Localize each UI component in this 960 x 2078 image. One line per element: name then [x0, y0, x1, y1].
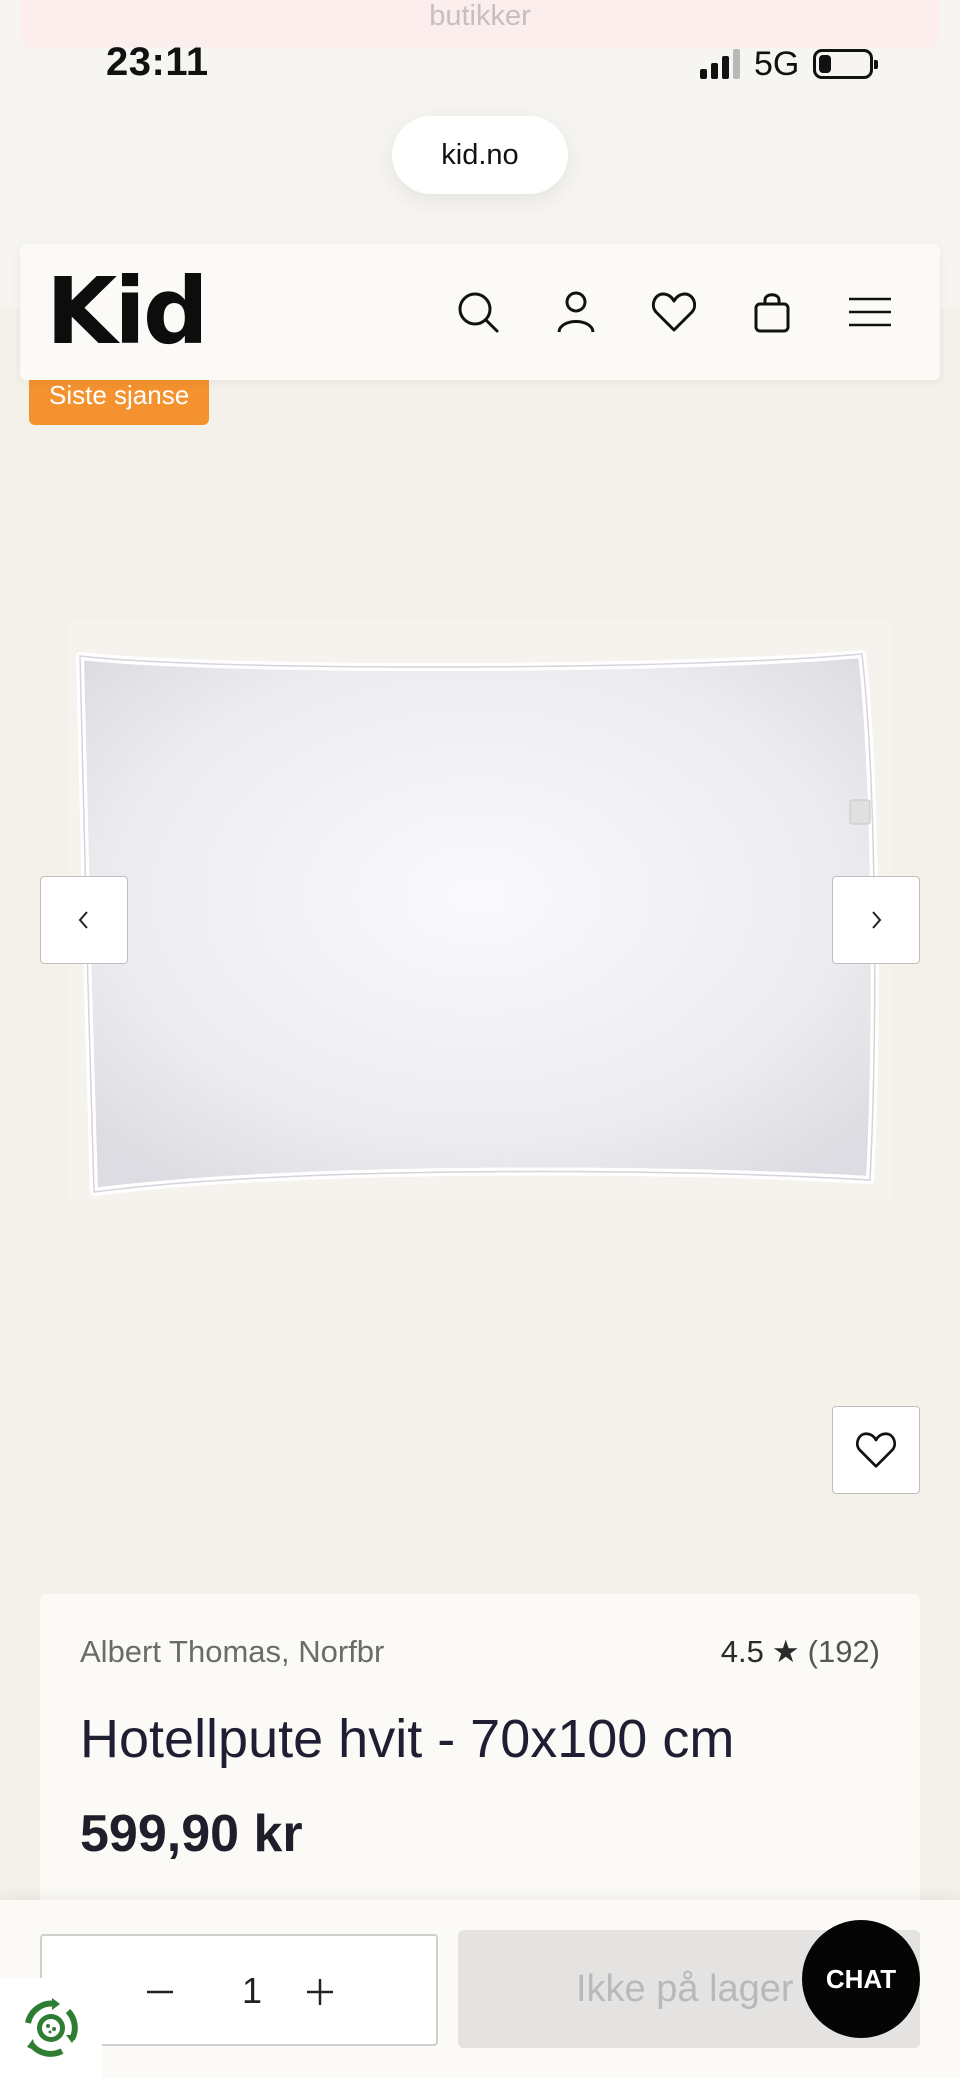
product-image [70, 620, 890, 1200]
plus-icon[interactable] [292, 1964, 348, 2020]
product-price: 599,90 kr [80, 1805, 303, 1863]
heart-icon [856, 1432, 896, 1468]
site-logo[interactable]: Kid [46, 264, 209, 360]
eco-recycle-icon[interactable] [0, 1978, 102, 2078]
status-time: 23:11 [106, 40, 209, 84]
product-brand[interactable]: Albert Thomas, Norfbr [80, 1634, 384, 1670]
product-info: Albert Thomas, Norfbr 4.5 ★ (192) Hotell… [40, 1594, 920, 1914]
product-rating[interactable]: 4.5 ★ (192) [721, 1634, 880, 1670]
star-icon: ★ [771, 1634, 800, 1669]
battery-icon [813, 49, 879, 79]
site-header: Kid [20, 244, 940, 380]
favorite-button[interactable] [832, 1406, 920, 1494]
signal-icon [700, 49, 740, 79]
review-count: (192) [807, 1634, 880, 1669]
next-image-button[interactable] [832, 876, 920, 964]
status-indicators: 5G [700, 44, 879, 84]
bag-icon[interactable] [744, 284, 800, 340]
prev-image-button[interactable] [40, 876, 128, 964]
quantity-value[interactable]: 1 [232, 1970, 272, 2012]
search-icon[interactable] [450, 284, 506, 340]
product-title: Hotellpute hvit - 70x100 cm [80, 1709, 735, 1769]
rating-value: 4.5 [720, 1634, 764, 1669]
chat-button[interactable]: CHAT [802, 1920, 920, 2038]
heart-icon[interactable] [646, 284, 702, 340]
menu-icon[interactable] [842, 284, 898, 340]
account-icon[interactable] [548, 284, 604, 340]
minus-icon[interactable] [132, 1964, 188, 2020]
network-label: 5G [754, 44, 800, 83]
url-bar[interactable]: kid.no [392, 116, 568, 194]
